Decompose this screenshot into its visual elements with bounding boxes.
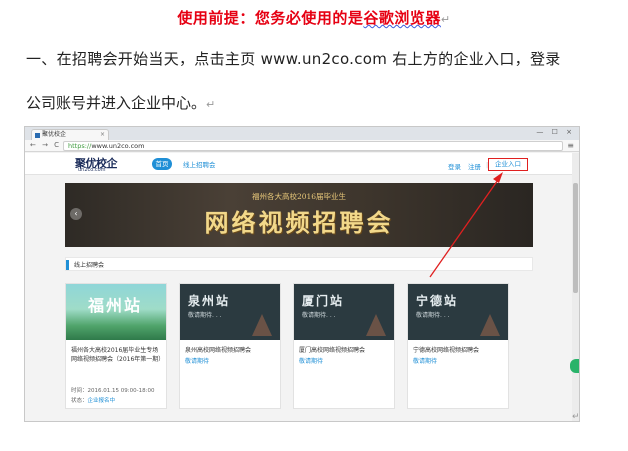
address-bar[interactable]: https://www.un2co.com: [63, 141, 563, 151]
card-title[interactable]: 泉州高校网络视频招聘会: [185, 346, 277, 355]
title-browser-name: 谷歌浏览器: [363, 9, 441, 27]
tab-close-icon[interactable]: ×: [100, 130, 105, 140]
url-protocol: https://: [68, 142, 92, 150]
fair-card-ningde[interactable]: 宁德站 敬请期待. . . 宁德高校网络视频招聘会 敬请期待: [407, 283, 509, 409]
instruction-line-1: 一、在招聘会开始当天，点击主页 www.un2co.com 右上方的企业入口，登…: [26, 50, 561, 68]
card-title[interactable]: 福州各大高校2016届毕业生专场网络视频招聘会（2016年第一期）: [71, 346, 164, 364]
card-image-title: 厦门站: [302, 294, 345, 308]
instruction-line-2-text: 公司账号并进入企业中心。: [26, 94, 207, 112]
card-coming-soon-link[interactable]: 敬请期待: [299, 356, 323, 365]
card-image-title: 福州站: [88, 296, 143, 315]
register-link[interactable]: 注册: [468, 161, 481, 171]
paragraph-mark-icon: ↵: [440, 13, 451, 26]
floating-chat-icon[interactable]: [570, 359, 579, 373]
banner-title: 网络视频招聘会: [204, 208, 394, 237]
section-accent-bar: [66, 260, 69, 270]
scrollbar[interactable]: [572, 153, 579, 421]
scrollbar-thumb[interactable]: [573, 183, 578, 293]
fair-card-quanzhou[interactable]: 泉州站 敬请期待. . . 泉州高校网络视频招聘会 敬请期待: [179, 283, 281, 409]
document-title: 使用前提：您务必使用的是谷歌浏览器↵: [0, 7, 628, 28]
card-time-label: 时间：: [71, 388, 88, 394]
paragraph-mark-icon: ↵: [572, 412, 580, 422]
site-header: 聚优校企 un2co.com 首页 线上招聘会 登录 注册 | 企业入口: [25, 153, 579, 175]
sailboat-icon: [480, 314, 500, 336]
nav-buttons-icon[interactable]: ← → C: [30, 141, 61, 149]
card-time: 时间：2016.01.15 09:00-18:00: [71, 386, 154, 394]
card-image-title: 泉州站: [188, 294, 231, 308]
instruction-line-2: 公司账号并进入企业中心。↵: [26, 92, 215, 113]
browser-toolbar: ← → C https://www.un2co.com ≡: [25, 140, 579, 152]
browser-screenshot: 聚优校企 × — ☐ × ← → C https://www.un2co.com…: [24, 126, 580, 422]
card-image: 宁德站 敬请期待. . .: [408, 284, 508, 340]
site-logo-sub: un2co.com: [78, 167, 106, 173]
section-label: 线上招聘会: [74, 262, 105, 269]
section-header: 线上招聘会: [65, 257, 533, 271]
card-image-subtitle: 敬请期待. . .: [416, 312, 450, 319]
banner-subtitle: 福州各大高校2016届毕业生: [251, 192, 347, 201]
card-image: 福州站: [66, 284, 166, 340]
title-prefix: 使用前提：您务必使用的是: [177, 9, 364, 27]
card-image-title: 宁德站: [416, 294, 459, 308]
card-coming-soon-link[interactable]: 敬请期待: [185, 356, 209, 365]
paragraph-mark-icon: ↵: [206, 98, 216, 111]
status-badge: 企业报名中: [87, 398, 116, 404]
browser-tab-strip: 聚优校企 × — ☐ ×: [25, 127, 579, 140]
nav-online-fair-link[interactable]: 线上招聘会: [183, 159, 216, 169]
browser-tab[interactable]: 聚优校企 ×: [31, 129, 109, 140]
sailboat-icon: [252, 314, 272, 336]
fair-card-xiamen[interactable]: 厦门站 敬请期待. . . 厦门高校网络视频招聘会 敬请期待: [293, 283, 395, 409]
url-host: www.un2co.com: [91, 142, 145, 150]
card-image: 泉州站 敬请期待. . .: [180, 284, 280, 340]
card-time-value: 2016.01.15 09:00-18:00: [87, 388, 155, 394]
browser-tab-title: 聚优校企: [42, 131, 67, 138]
login-link[interactable]: 登录: [448, 161, 461, 171]
card-image-subtitle: 敬请期待. . .: [188, 312, 222, 319]
card-title[interactable]: 厦门高校网络视频招聘会: [299, 346, 391, 355]
card-title[interactable]: 宁德高校网络视频招聘会: [413, 346, 505, 355]
sailboat-icon: [366, 314, 386, 336]
fair-card-fuzhou[interactable]: 福州站 福州各大高校2016届毕业生专场网络视频招聘会（2016年第一期） 时间…: [65, 283, 167, 409]
favicon-icon: [35, 133, 40, 138]
browser-menu-icon[interactable]: ≡: [567, 141, 574, 150]
enterprise-entry-link[interactable]: 企业入口: [488, 158, 528, 171]
card-image-subtitle: 敬请期待. . .: [302, 312, 336, 319]
hero-banner[interactable]: ‹ 福州各大高校2016届毕业生 网络视频招聘会: [65, 183, 533, 247]
card-image: 厦门站 敬请期待. . .: [294, 284, 394, 340]
window-controls[interactable]: — ☐ ×: [536, 128, 575, 136]
card-coming-soon-link[interactable]: 敬请期待: [413, 356, 437, 365]
card-status: 状态：企业报名中: [71, 396, 115, 404]
nav-home-button[interactable]: 首页: [152, 158, 172, 170]
card-status-label: 状态：: [71, 398, 88, 404]
